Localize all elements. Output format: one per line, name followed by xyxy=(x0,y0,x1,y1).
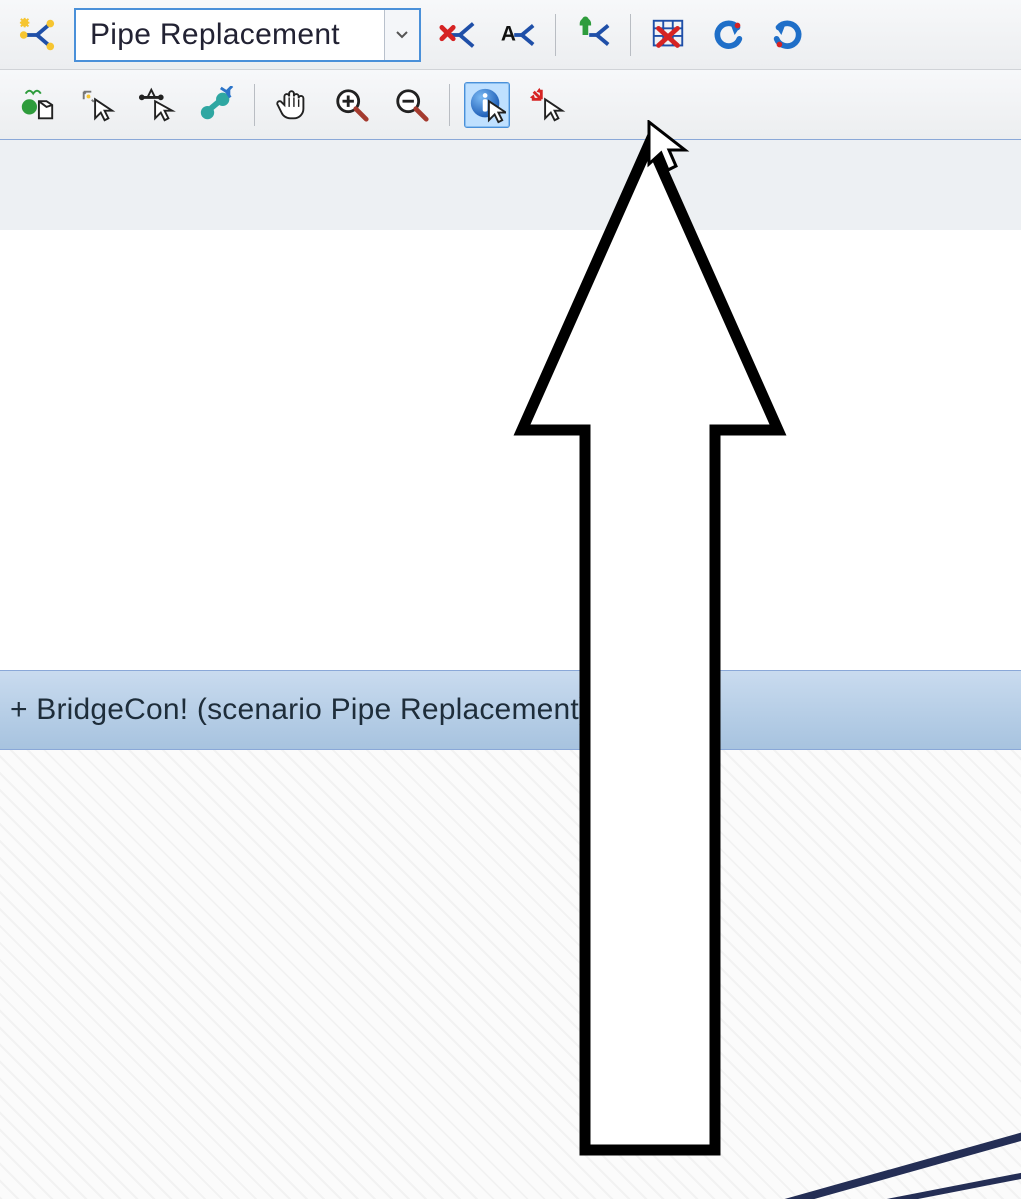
separator xyxy=(254,84,255,126)
zoom-out-button[interactable] xyxy=(389,82,435,128)
add-node-button[interactable] xyxy=(14,82,60,128)
undo-icon xyxy=(709,16,747,54)
rename-scenario-icon: A xyxy=(499,16,537,54)
workspace-panel-bottom xyxy=(0,750,1021,1199)
scenario-options-button[interactable] xyxy=(14,12,60,58)
edge-select-icon xyxy=(138,86,176,124)
svg-text:A: A xyxy=(501,22,516,45)
clone-scenario-icon xyxy=(574,16,612,54)
zoom-out-icon xyxy=(393,86,431,124)
select-icon xyxy=(78,86,116,124)
info-button[interactable] xyxy=(464,82,510,128)
scenario-dropdown-button[interactable] xyxy=(384,10,419,60)
delete-scenario-button[interactable] xyxy=(435,12,481,58)
separator xyxy=(555,14,556,56)
separator xyxy=(449,84,450,126)
chevron-down-icon xyxy=(396,26,408,44)
clear-table-icon xyxy=(649,16,687,54)
scenario-dropdown[interactable]: Pipe Replacement xyxy=(74,8,421,62)
burst-icon xyxy=(528,86,566,124)
link-icon xyxy=(198,86,236,124)
rename-scenario-button[interactable]: A xyxy=(495,12,541,58)
workspace-panel-middle xyxy=(0,230,1021,671)
add-node-icon xyxy=(18,86,56,124)
clear-table-button[interactable] xyxy=(645,12,691,58)
scenario-dropdown-text: Pipe Replacement xyxy=(76,10,384,60)
info-icon xyxy=(468,86,506,124)
pan-icon xyxy=(273,86,311,124)
zoom-in-icon xyxy=(333,86,371,124)
select-button[interactable] xyxy=(74,82,120,128)
scenario-title-text: + BridgeCon! (scenario Pipe Replacement)… xyxy=(10,693,699,727)
redo-button[interactable] xyxy=(765,12,811,58)
scenario-title-bar[interactable]: + BridgeCon! (scenario Pipe Replacement)… xyxy=(0,670,1021,750)
undo-button[interactable] xyxy=(705,12,751,58)
clone-scenario-button[interactable] xyxy=(570,12,616,58)
zoom-in-button[interactable] xyxy=(329,82,375,128)
toolbar-row-1: Pipe Replacement A xyxy=(0,0,1021,70)
workspace-panel-top xyxy=(0,140,1021,231)
scenario-options-icon xyxy=(18,16,56,54)
pan-button[interactable] xyxy=(269,82,315,128)
burst-select-button[interactable] xyxy=(524,82,570,128)
link-button[interactable] xyxy=(194,82,240,128)
redo-icon xyxy=(769,16,807,54)
separator xyxy=(630,14,631,56)
delete-scenario-icon xyxy=(439,16,477,54)
toolbar-row-2 xyxy=(0,70,1021,140)
edge-select-button[interactable] xyxy=(134,82,180,128)
